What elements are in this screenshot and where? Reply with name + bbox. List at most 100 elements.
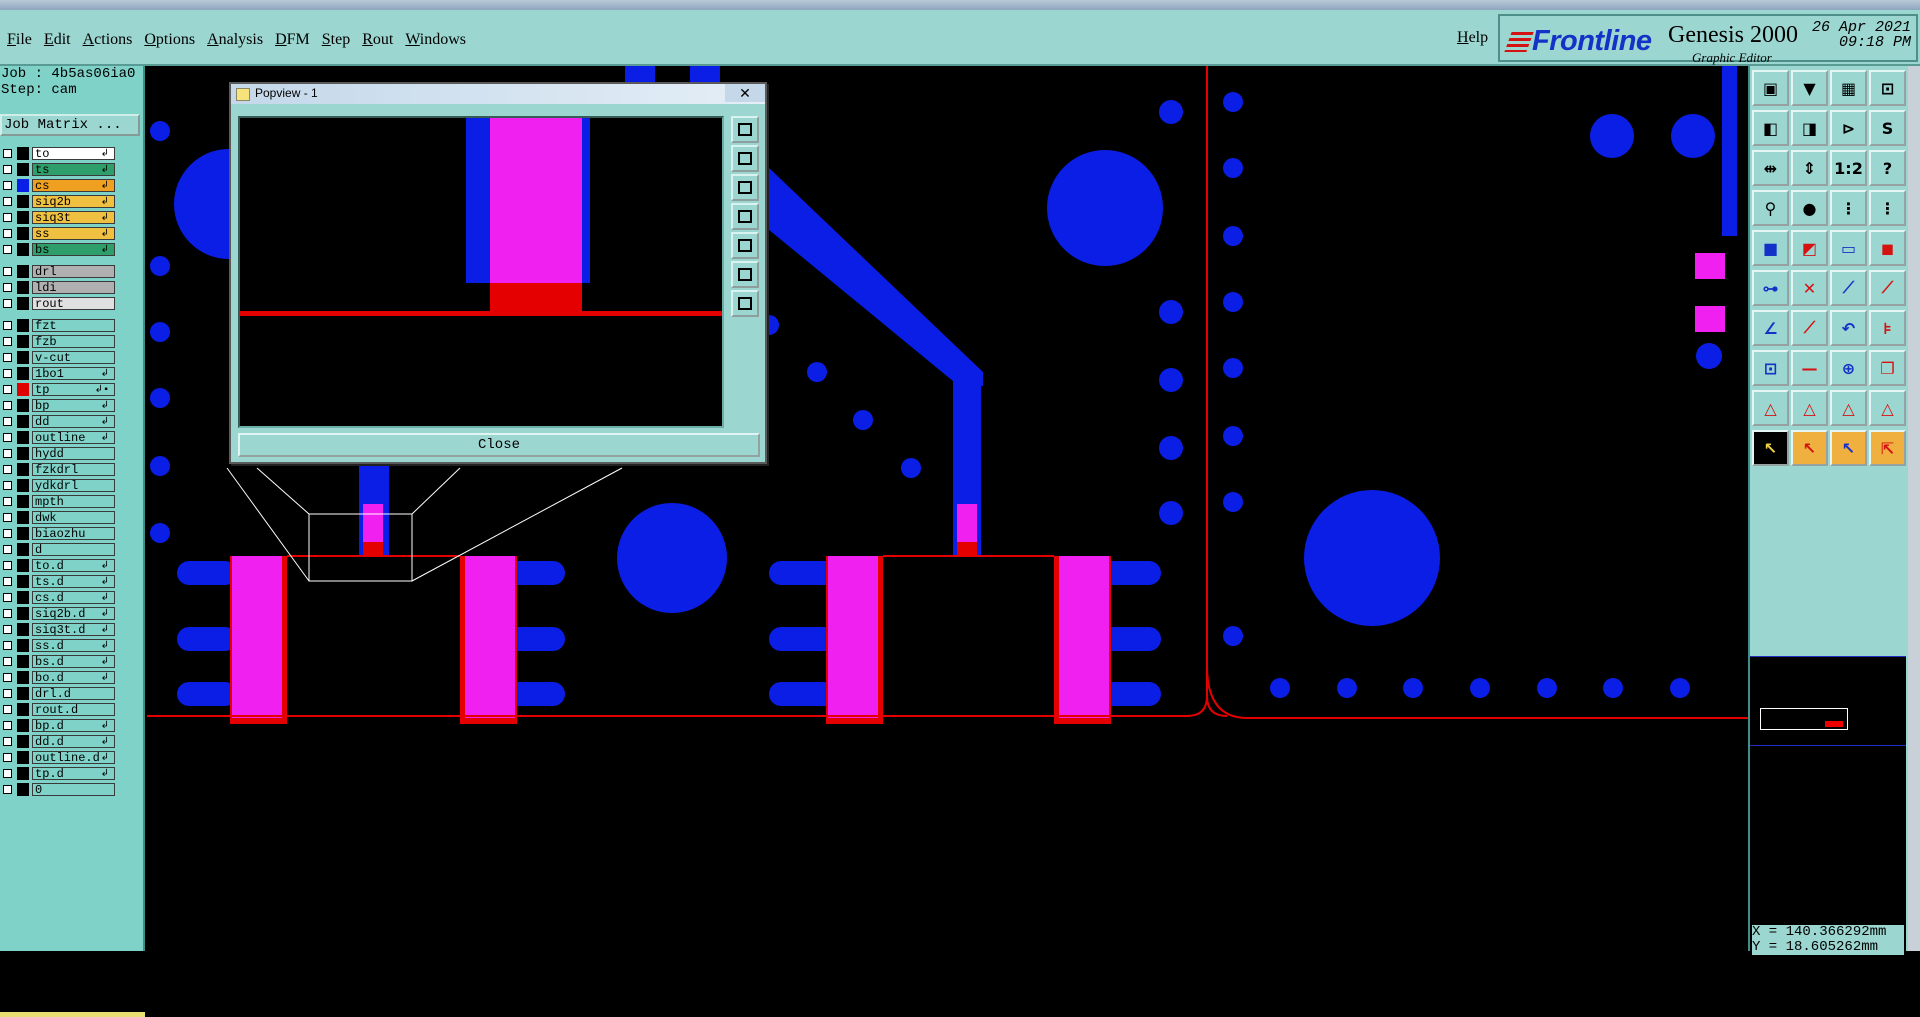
layer-name[interactable]: drl.d — [32, 687, 115, 700]
triangle-d-icon[interactable]: △ — [1869, 390, 1906, 426]
layer-checkbox[interactable] — [3, 785, 12, 794]
layer-row[interactable]: siq2b.d ↲ — [0, 606, 118, 621]
layer-row[interactable]: bs.d ↲ — [0, 654, 118, 669]
layer-color-swatch[interactable] — [17, 703, 29, 716]
layer-color-swatch[interactable] — [17, 447, 29, 460]
layer-color-swatch[interactable] — [17, 319, 29, 332]
layer-name[interactable]: bp.d ↲ — [32, 719, 115, 732]
zoom-fit-icon[interactable]: ⊡ — [1869, 70, 1906, 106]
layer-row[interactable]: ss ↲ — [0, 226, 118, 241]
scale-one-icon[interactable]: 1:2 — [1830, 150, 1867, 186]
layer-row[interactable]: rout — [0, 296, 118, 311]
line-horizontal-icon[interactable]: — — [1791, 350, 1828, 386]
layer-checkbox[interactable] — [3, 353, 12, 362]
layer-name[interactable]: ts.d ↲ — [32, 575, 115, 588]
layer-color-swatch[interactable] — [17, 495, 29, 508]
layer-name[interactable]: v-cut — [32, 351, 115, 364]
layer-name[interactable]: cs.d ↲ — [32, 591, 115, 604]
layer-checkbox[interactable] — [3, 689, 12, 698]
layer-color-swatch[interactable] — [17, 211, 29, 224]
layer-color-swatch[interactable] — [17, 415, 29, 428]
layer-checkbox[interactable] — [3, 433, 12, 442]
job-matrix-button[interactable]: Job Matrix ... — [0, 114, 140, 136]
layer-checkbox[interactable] — [3, 401, 12, 410]
layer-checkbox[interactable] — [3, 769, 12, 778]
layer-color-swatch[interactable] — [17, 335, 29, 348]
layer-row[interactable]: tp ↲▪ — [0, 382, 118, 397]
layer-row[interactable]: ts.d ↲ — [0, 574, 118, 589]
layer-color-swatch[interactable] — [17, 751, 29, 764]
layer-checkbox[interactable] — [3, 321, 12, 330]
zoom-window-icon[interactable] — [731, 116, 759, 143]
angle-icon[interactable]: ∠ — [1752, 310, 1789, 346]
layer-color-swatch[interactable] — [17, 591, 29, 604]
help-icon[interactable]: ? — [1869, 150, 1906, 186]
layer-checkbox[interactable] — [3, 513, 12, 522]
layer-row[interactable]: bo.d ↲ — [0, 670, 118, 685]
fit-vertical-icon[interactable]: ⇕ — [1791, 150, 1828, 186]
layer-checkbox[interactable] — [3, 299, 12, 308]
layer-color-swatch[interactable] — [17, 639, 29, 652]
redraw-icon[interactable]: S — [1869, 110, 1906, 146]
zoom-area-icon[interactable]: ▦ — [1830, 70, 1867, 106]
layer-checkbox[interactable] — [3, 181, 12, 190]
layer-color-swatch[interactable] — [17, 623, 29, 636]
layer-checkbox[interactable] — [3, 561, 12, 570]
center-icon[interactable]: ⊕ — [1830, 350, 1867, 386]
menu-windows[interactable]: Windows — [405, 31, 466, 49]
layer-row[interactable]: ss.d ↲ — [0, 638, 118, 653]
layer-name[interactable]: hydd — [32, 447, 115, 460]
layer-name[interactable]: d — [32, 543, 115, 556]
layer-name[interactable]: ldi — [32, 281, 115, 294]
layers-a-icon[interactable]: ⋮ — [1830, 190, 1867, 226]
layer-name[interactable]: bs ↲ — [32, 243, 115, 256]
pan-left-icon[interactable]: ◧ — [1752, 110, 1789, 146]
layer-name[interactable]: ss ↲ — [32, 227, 115, 240]
flag-icon[interactable]: ⊧ — [1869, 310, 1906, 346]
layer-color-swatch[interactable] — [17, 767, 29, 780]
arc-icon[interactable]: ↶ — [1830, 310, 1867, 346]
zoom-out-icon[interactable]: ▼ — [1791, 70, 1828, 106]
layer-color-swatch[interactable] — [17, 243, 29, 256]
layer-row[interactable]: outline ↲ — [0, 430, 118, 445]
slope-icon[interactable]: ⟋ — [1791, 310, 1828, 346]
menu-file[interactable]: File — [7, 31, 32, 49]
layer-color-swatch[interactable] — [17, 671, 29, 684]
layer-name[interactable]: siq3t.d ↲ — [32, 623, 115, 636]
pad-icon[interactable]: ■ — [1752, 230, 1789, 266]
popview-title-bar[interactable]: Popview - 1 — [231, 84, 765, 104]
layer-name[interactable]: to ↲ — [32, 147, 115, 160]
layer-name[interactable]: tp ↲▪ — [32, 383, 115, 396]
layer-color-swatch[interactable] — [17, 783, 29, 796]
layer-checkbox[interactable] — [3, 449, 12, 458]
layer-checkbox[interactable] — [3, 737, 12, 746]
menu-edit[interactable]: Edit — [44, 31, 71, 49]
layer-row[interactable]: cs ↲ — [0, 178, 118, 193]
layer-color-swatch[interactable] — [17, 479, 29, 492]
layer-color-swatch[interactable] — [17, 179, 29, 192]
layer-name[interactable]: fzkdrl — [32, 463, 115, 476]
layer-row[interactable]: fzt — [0, 318, 118, 333]
line-add-icon[interactable]: ⟋ — [1830, 270, 1867, 306]
layer-name[interactable]: ts ↲ — [32, 163, 115, 176]
layer-row[interactable]: fzb — [0, 334, 118, 349]
layer-name[interactable]: bp ↲ — [32, 399, 115, 412]
right-scrollbar[interactable] — [1908, 66, 1920, 951]
layer-checkbox[interactable] — [3, 673, 12, 682]
pad-square-icon[interactable]: ⊡ — [1752, 350, 1789, 386]
layer-checkbox[interactable] — [3, 609, 12, 618]
layer-color-swatch[interactable] — [17, 735, 29, 748]
layer-name[interactable]: biaozhu — [32, 527, 115, 540]
layer-checkbox[interactable] — [3, 625, 12, 634]
layer-name[interactable]: bo.d ↲ — [32, 671, 115, 684]
layer-name[interactable]: 1bo1 ↲ — [32, 367, 115, 380]
layer-row[interactable]: drl.d — [0, 686, 118, 701]
menu-options[interactable]: Options — [144, 31, 195, 49]
layer-checkbox[interactable] — [3, 213, 12, 222]
menu-step[interactable]: Step — [322, 31, 350, 49]
layer-checkbox[interactable] — [3, 721, 12, 730]
layer-color-swatch[interactable] — [17, 399, 29, 412]
layer-row[interactable]: siq2b ↲ — [0, 194, 118, 209]
layer-row[interactable]: outline.d ↲ — [0, 750, 118, 765]
layer-checkbox[interactable] — [3, 165, 12, 174]
